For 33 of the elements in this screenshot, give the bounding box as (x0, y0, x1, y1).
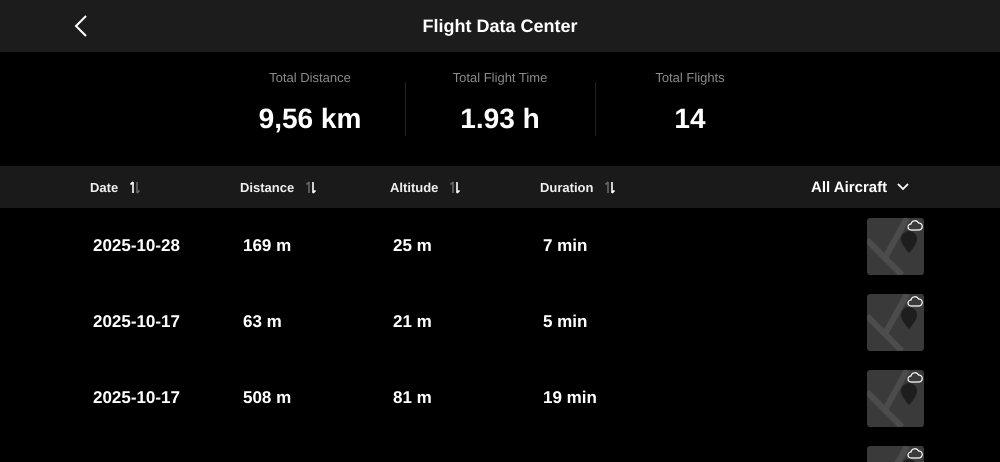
sort-icon[interactable] (605, 180, 616, 194)
table-cell-text: 19 min (543, 388, 598, 408)
map-thumbnail[interactable] (867, 370, 924, 427)
stat-value: 1.93 h (460, 103, 540, 135)
table-cell-text: 5 min (543, 312, 588, 332)
caret-icon (897, 183, 910, 191)
map-thumbnail[interactable] (867, 294, 924, 351)
page-title: Flight Data Center (422, 16, 578, 36)
back-icon[interactable] (74, 14, 88, 38)
stat-value: 14 (674, 103, 706, 135)
table-cell-text: 2025-10-17 (93, 388, 181, 408)
aircraft-filter[interactable]: All Aircraft (811, 178, 910, 196)
stat-label: Total Flight Time (452, 70, 548, 85)
column-header[interactable]: Altitude (390, 180, 438, 194)
table-cell-text: 508 m (243, 388, 292, 408)
sort-icon[interactable] (306, 180, 316, 194)
stat-label: Total Distance (269, 70, 351, 85)
table-cell-text: 63 m (243, 312, 283, 332)
stat-value: 9,56 km (258, 103, 362, 135)
map-thumbnail[interactable] (867, 218, 924, 275)
column-header[interactable]: Date (90, 180, 118, 194)
sort-icon[interactable] (450, 180, 460, 194)
column-header[interactable]: Distance (240, 180, 294, 194)
table-cell-text: 2025-10-17 (93, 312, 181, 332)
table-cell-text: 81 m (393, 388, 433, 408)
column-header[interactable]: Duration (540, 180, 594, 194)
table-cell-text: 169 m (243, 236, 292, 256)
stat-label: Total Flights (655, 70, 725, 85)
sort-icon[interactable] (130, 180, 140, 194)
table-cell-text: 21 m (393, 312, 433, 332)
table-cell-text: 25 m (393, 236, 433, 256)
table-cell-text: 2025-10-28 (93, 236, 181, 256)
table-cell-text: 7 min (543, 236, 588, 256)
